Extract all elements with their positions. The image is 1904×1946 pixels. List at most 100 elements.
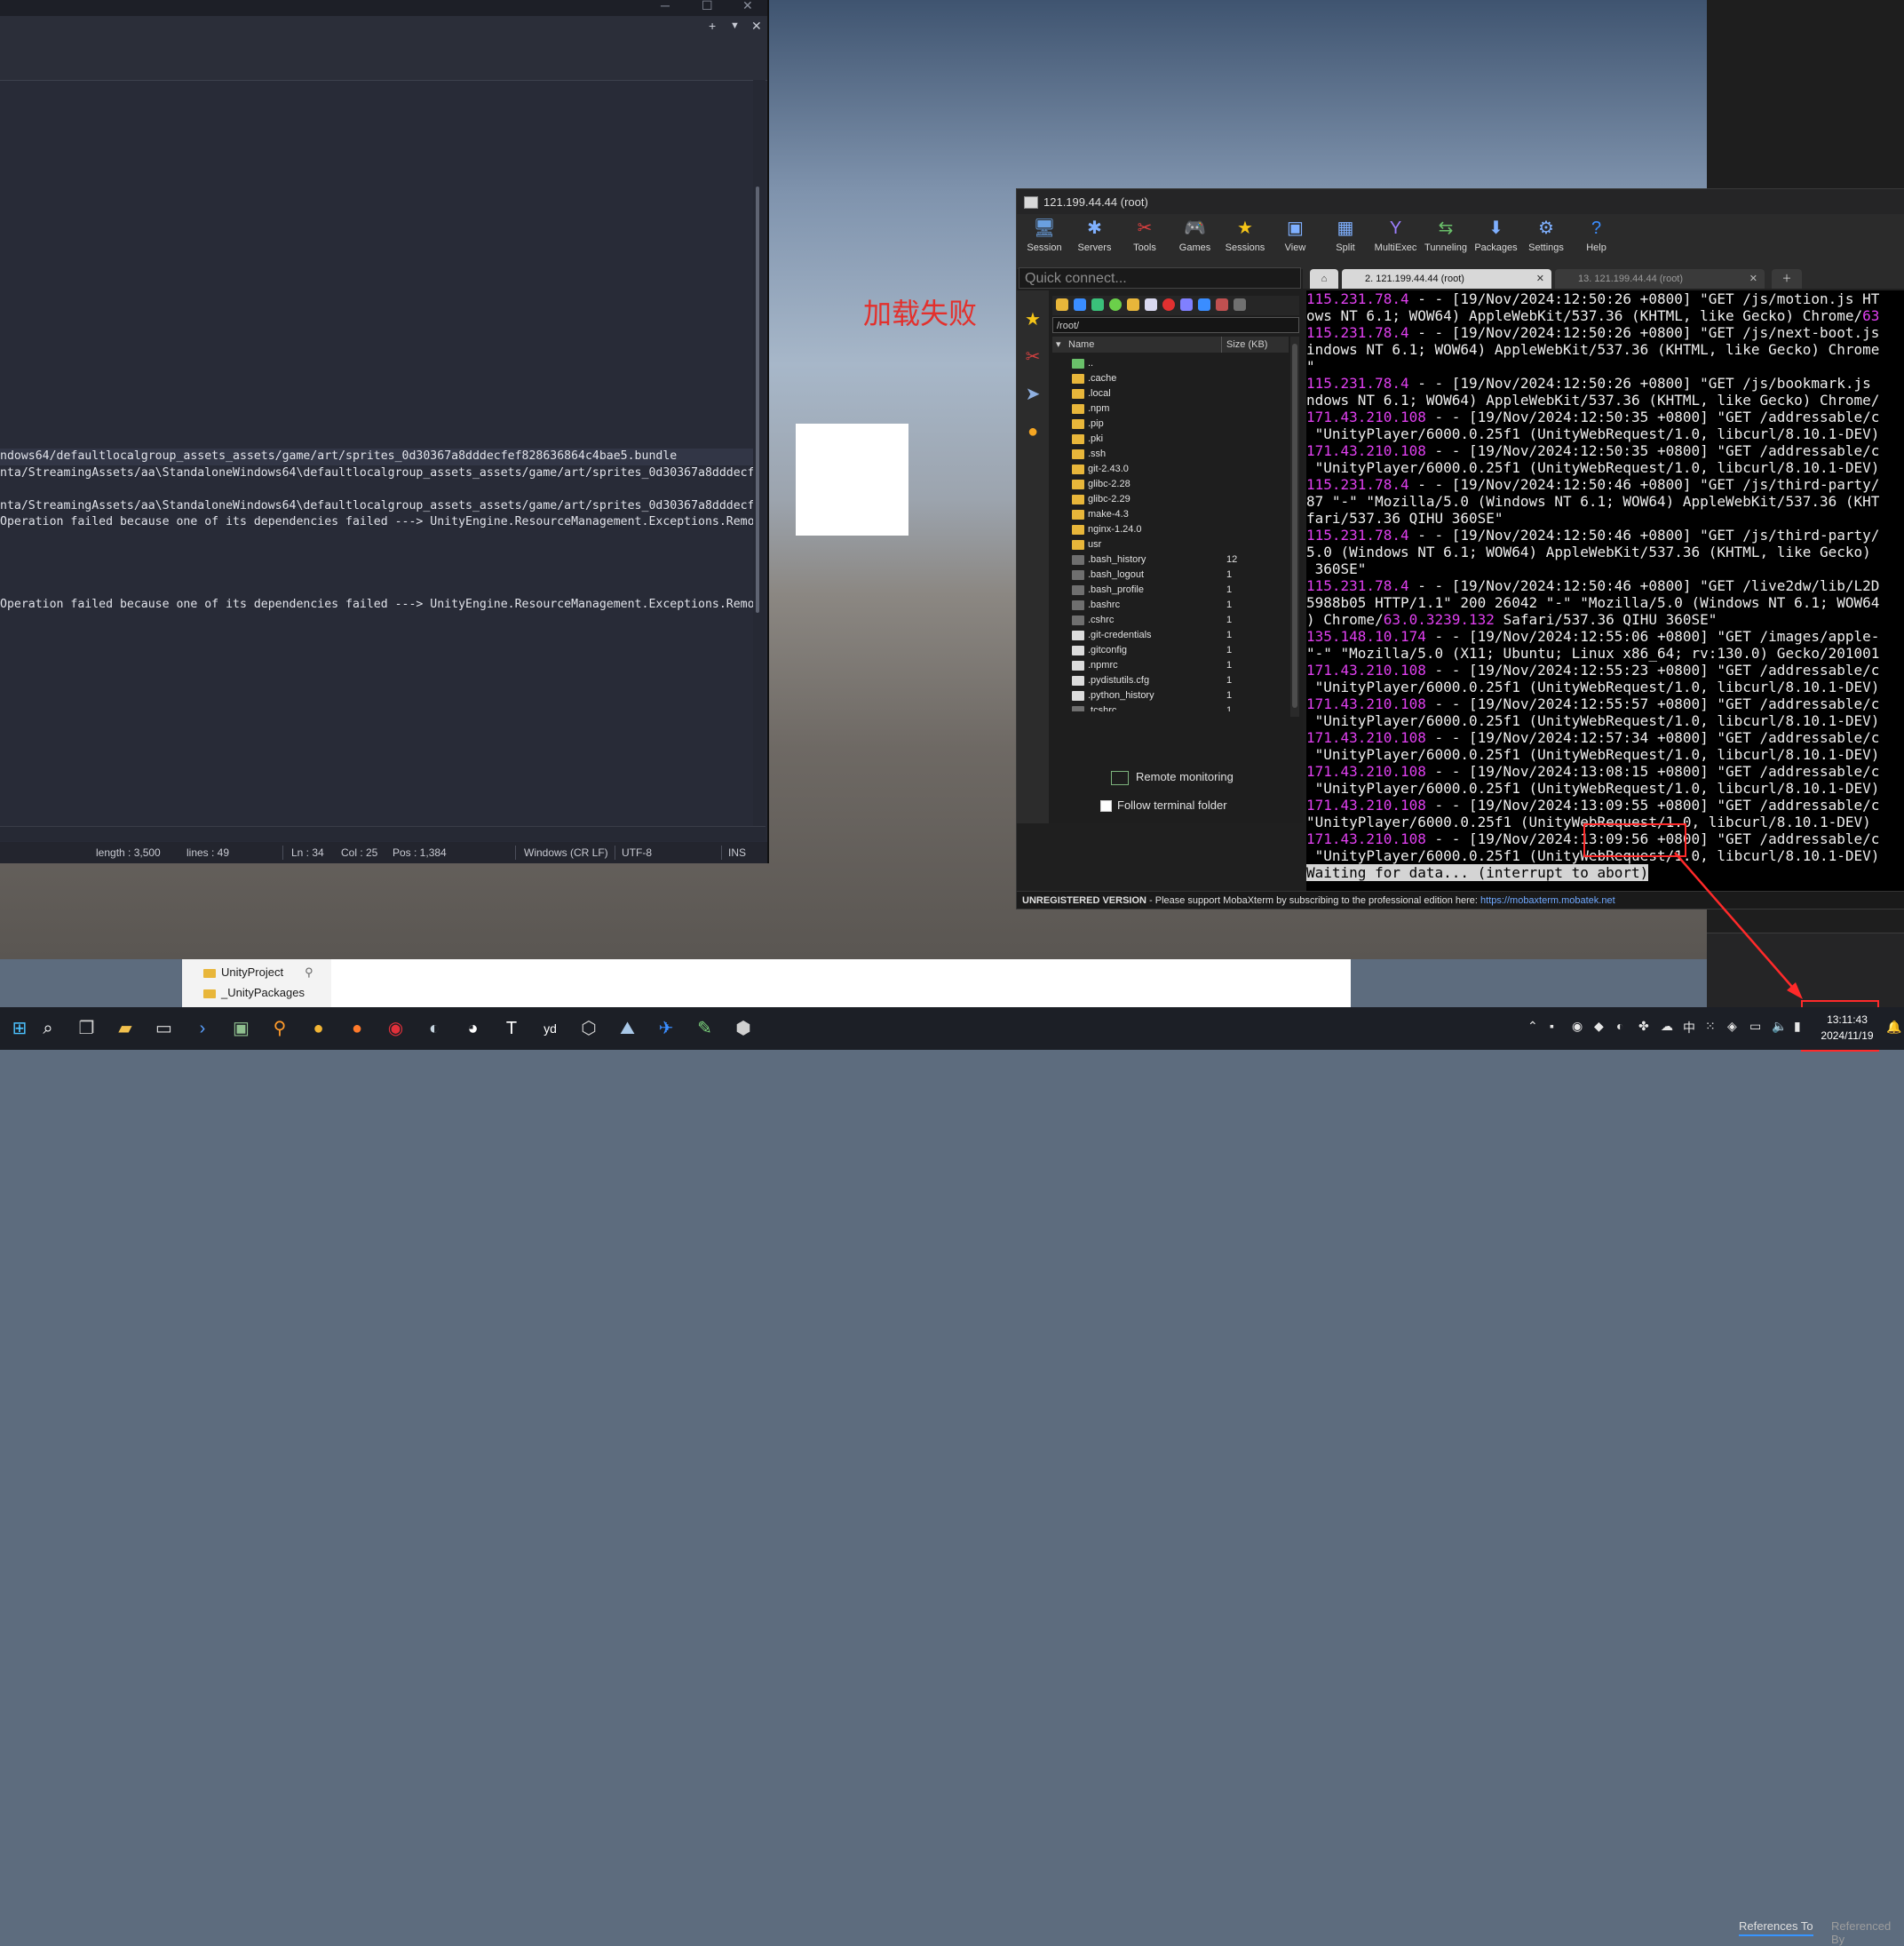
- clover-tray-icon[interactable]: ✤: [1638, 1019, 1649, 1034]
- file-row[interactable]: .bashrc 1: [1052, 598, 1289, 613]
- netease-music-icon[interactable]: ◉: [382, 1014, 410, 1043]
- file-row[interactable]: .npmrc 1: [1052, 658, 1289, 673]
- ime-icon[interactable]: 中: [1683, 1019, 1695, 1037]
- youdao-tray-icon[interactable]: ▪: [1550, 1019, 1554, 1033]
- terminal-output[interactable]: 115.231.78.4 - - [19/Nov/2024:12:50:26 +…: [1306, 290, 1904, 891]
- feishu-icon[interactable]: ✈: [652, 1014, 680, 1043]
- new-folder-icon[interactable]: [1127, 298, 1139, 311]
- file-row[interactable]: .tcshrc 1: [1052, 703, 1289, 711]
- toolbar-help-button[interactable]: ? Help: [1573, 218, 1621, 253]
- terminal-icon[interactable]: ▭: [150, 1014, 178, 1043]
- search-tool-icon[interactable]: ⚲: [266, 1014, 294, 1043]
- quick-connect-input[interactable]: Quick connect...: [1019, 267, 1301, 289]
- scrollbar-thumb[interactable]: [756, 187, 759, 613]
- sftp-path-input[interactable]: /root/: [1052, 317, 1299, 333]
- file-row[interactable]: ..: [1052, 356, 1289, 371]
- download-icon[interactable]: [1074, 298, 1086, 311]
- start-icon[interactable]: ⊞: [5, 1014, 34, 1043]
- new-tab-button[interactable]: ＋: [1772, 269, 1802, 289]
- file-row[interactable]: .python_history 1: [1052, 688, 1289, 703]
- file-row[interactable]: .npm: [1052, 401, 1289, 417]
- file-row[interactable]: .bash_logout 1: [1052, 568, 1289, 583]
- text-edit-icon[interactable]: [1180, 298, 1193, 311]
- follow-terminal-folder-checkbox[interactable]: Follow terminal folder: [1100, 798, 1227, 813]
- terminal-sync-icon[interactable]: [1234, 298, 1246, 311]
- upload-icon[interactable]: [1091, 298, 1104, 311]
- file-list-scrollbar[interactable]: [1290, 337, 1299, 717]
- firefox-icon[interactable]: ●: [343, 1014, 371, 1043]
- editor-vertical-scrollbar[interactable]: [753, 80, 766, 826]
- file-row[interactable]: .git-credentials 1: [1052, 628, 1289, 643]
- column-name[interactable]: Name: [1068, 337, 1094, 353]
- file-row[interactable]: .pip: [1052, 417, 1289, 432]
- toolbar-sessions-button[interactable]: ★ Sessions: [1221, 218, 1269, 253]
- system-clock[interactable]: 13:11:43 2024/11/19: [1803, 1012, 1892, 1044]
- column-size[interactable]: Size (KB): [1226, 337, 1267, 353]
- steam-tray-icon[interactable]: ◐: [1616, 1019, 1623, 1033]
- file-row[interactable]: .pydistutils.cfg 1: [1052, 673, 1289, 688]
- netease-tray-icon[interactable]: ◉: [1572, 1019, 1583, 1034]
- qq-icon[interactable]: ◕: [459, 1014, 488, 1043]
- file-row[interactable]: usr: [1052, 537, 1289, 552]
- file-row[interactable]: .bash_profile 1: [1052, 583, 1289, 598]
- file-row[interactable]: .pki: [1052, 432, 1289, 447]
- toolbar-view-button[interactable]: ▣ View: [1272, 218, 1320, 253]
- tools-sidebar-icon[interactable]: ✂: [1020, 342, 1045, 372]
- refresh-icon[interactable]: [1109, 298, 1122, 311]
- file-row[interactable]: nginx-1.24.0: [1052, 522, 1289, 537]
- new-file-icon[interactable]: [1145, 298, 1157, 311]
- notepad-icon[interactable]: ✎: [691, 1014, 719, 1043]
- nav-item-unityproject[interactable]: UnityProject ⚲: [203, 965, 313, 980]
- checkbox[interactable]: [1100, 800, 1112, 813]
- file-row[interactable]: make-4.3: [1052, 507, 1289, 522]
- session-tab-2[interactable]: 2. 121.199.44.44 (root) ✕: [1342, 269, 1551, 289]
- close-tab-button[interactable]: ✕: [751, 19, 762, 34]
- dot-tray-icon[interactable]: ⁙: [1705, 1019, 1716, 1034]
- youdao-icon[interactable]: yd: [536, 1014, 565, 1043]
- editor-text-area[interactable]: ndows64/defaultlocalgroup_assets_assets/…: [0, 416, 753, 613]
- home-tab[interactable]: ⌂: [1310, 269, 1338, 289]
- volume-icon[interactable]: 🔈: [1772, 1019, 1787, 1034]
- search-icon[interactable]: ⌕: [34, 1014, 62, 1043]
- gamepad-tray-icon[interactable]: ◆: [1594, 1019, 1604, 1034]
- steam-icon[interactable]: ◐: [420, 1014, 448, 1043]
- send-icon[interactable]: ➤: [1020, 379, 1045, 409]
- unity-icon[interactable]: ⬢: [729, 1014, 758, 1043]
- toolbar-packages-button[interactable]: ⬇ Packages: [1472, 218, 1520, 253]
- notification-bell-icon[interactable]: 🔔: [1886, 1020, 1901, 1035]
- toolbar-settings-button[interactable]: ⚙ Settings: [1522, 218, 1570, 253]
- mobaxterm-icon[interactable]: ▣: [227, 1014, 256, 1043]
- toolbar-tunneling-button[interactable]: ⇆ Tunneling: [1422, 218, 1470, 253]
- toolbar-session-button[interactable]: 🖥 Session: [1020, 218, 1068, 253]
- folder-up-icon[interactable]: [1056, 298, 1068, 311]
- toolbar-games-button[interactable]: 🎮 Games: [1171, 218, 1219, 253]
- chrome-icon[interactable]: ●: [305, 1014, 333, 1043]
- powershell-icon[interactable]: ›: [188, 1014, 217, 1043]
- toolbar-multiexec-button[interactable]: Y MultiExec: [1372, 218, 1420, 253]
- add-tab-button[interactable]: +: [709, 19, 716, 33]
- nav-item-unitypackages[interactable]: _UnityPackages: [203, 986, 305, 999]
- file-row[interactable]: glibc-2.28: [1052, 477, 1289, 492]
- tab-referenced-by[interactable]: Referenced By: [1831, 1919, 1904, 1946]
- toolbar-servers-button[interactable]: ✱ Servers: [1071, 218, 1119, 253]
- status-encoding[interactable]: UTF-8: [622, 846, 652, 859]
- permissions-icon[interactable]: [1216, 298, 1228, 311]
- toolbar-tools-button[interactable]: ✂ Tools: [1121, 218, 1169, 253]
- tab-list-dropdown[interactable]: ▼: [730, 20, 740, 31]
- status-eol[interactable]: Windows (CR LF): [524, 846, 608, 859]
- session-tab-13[interactable]: 13. 121.199.44.44 (root) ✕: [1555, 269, 1765, 289]
- toolbar-split-button[interactable]: ▦ Split: [1321, 218, 1369, 253]
- tab-references-to[interactable]: References To: [1739, 1919, 1813, 1936]
- scrollbar-thumb[interactable]: [1292, 344, 1297, 708]
- remote-monitoring-button[interactable]: Remote monitoring: [1111, 770, 1234, 785]
- star-icon[interactable]: ★: [1020, 305, 1045, 335]
- file-explorer-icon[interactable]: ▰: [111, 1014, 139, 1043]
- network-icon[interactable]: ▭: [1749, 1019, 1761, 1034]
- status-insert-mode[interactable]: INS: [728, 846, 746, 859]
- maximize-button[interactable]: ☐: [702, 0, 713, 13]
- cloud-tray-icon[interactable]: ☁: [1661, 1019, 1673, 1034]
- file-row[interactable]: .bash_history 12: [1052, 552, 1289, 568]
- editor-horizontal-scrollbar[interactable]: [0, 826, 766, 841]
- delete-icon[interactable]: [1162, 298, 1175, 311]
- minimize-button[interactable]: ─: [661, 0, 670, 12]
